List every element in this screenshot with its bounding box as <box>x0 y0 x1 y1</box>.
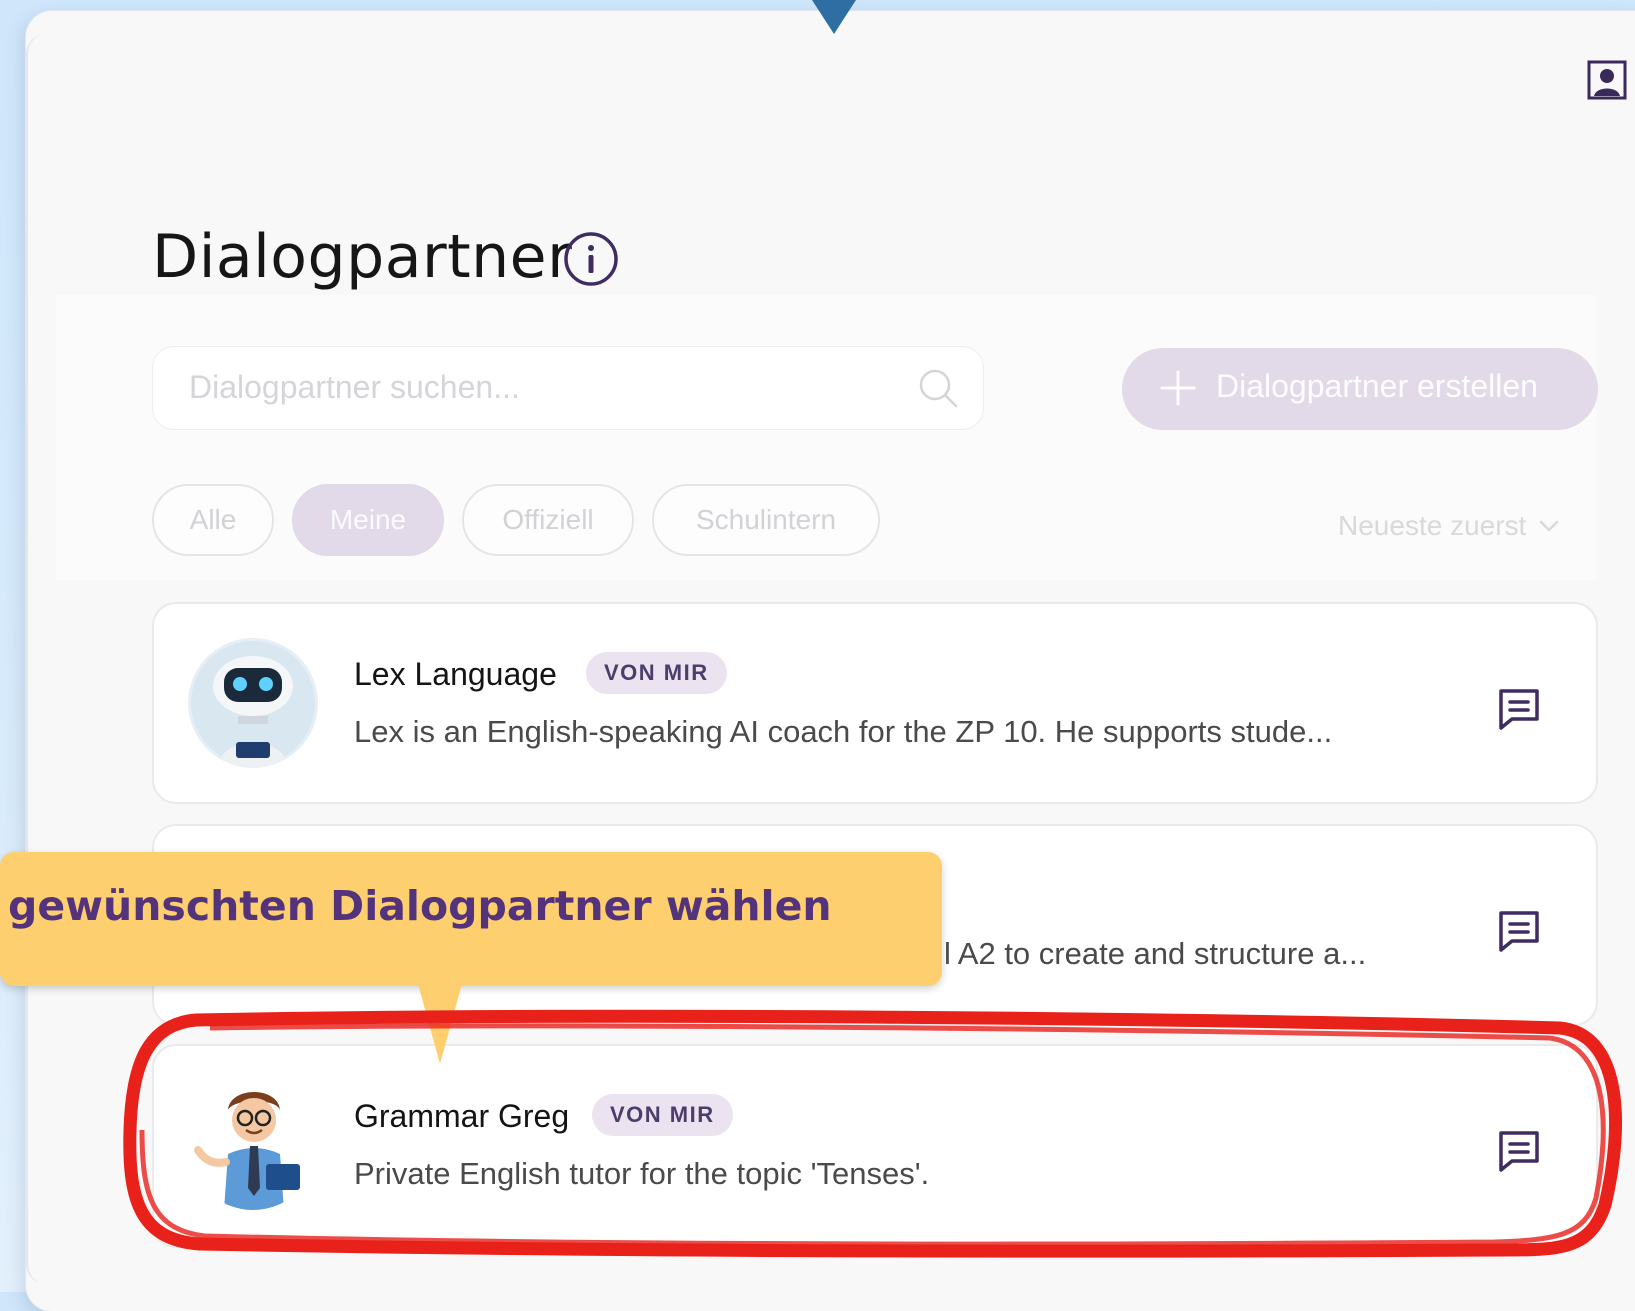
callout-pointer <box>418 984 462 1064</box>
filter-chip-label: Meine <box>329 504 407 535</box>
dialogpartner-card[interactable]: Grammar Greg VON MIR Private English tut… <box>152 1044 1598 1248</box>
search-placeholder: Dialogpartner suchen... <box>189 369 520 405</box>
create-button-label: Dialogpartner erstellen <box>1216 368 1538 404</box>
dialogpartner-description: Private English tutor for the topic 'Ten… <box>354 1156 930 1191</box>
dialogpartner-description: l A2 to create and structure a... <box>944 936 1367 971</box>
chat-icon[interactable] <box>1496 908 1542 954</box>
dialogpartner-name: Grammar Greg <box>354 1098 570 1134</box>
dialogpartner-description: Lex is an English-speaking AI coach for … <box>354 714 1333 749</box>
filter-chip-label: Schulintern <box>695 504 837 535</box>
sort-label: Neueste zuerst <box>1338 510 1527 541</box>
tutorial-pointer-arrow <box>812 0 856 34</box>
filter-chip-label: Alle <box>189 504 237 535</box>
person-square-icon[interactable] <box>1587 60 1627 100</box>
dialogpartner-name: Lex Language <box>354 656 557 692</box>
tutorial-callout: gewünschten Dialogpartner wählen <box>0 852 942 986</box>
chat-icon[interactable] <box>1496 1128 1542 1174</box>
filter-chip-offiziell[interactable]: Offiziell <box>462 484 634 556</box>
owner-badge: VON MIR <box>586 652 727 694</box>
search-icon[interactable] <box>917 367 959 409</box>
plus-icon <box>1160 370 1196 406</box>
filter-chip-alle[interactable]: Alle <box>152 484 274 556</box>
search-input[interactable]: Dialogpartner suchen... <box>152 346 984 430</box>
chat-icon[interactable] <box>1496 686 1542 732</box>
dialogpartner-card[interactable]: Lex Language VON MIR Lex is an English-s… <box>152 602 1598 804</box>
sort-dropdown[interactable]: Neueste zuerst <box>1338 510 1560 542</box>
filter-chip-meine[interactable]: Meine <box>292 484 444 556</box>
filter-chip-schulintern[interactable]: Schulintern <box>652 484 880 556</box>
info-circle-icon[interactable] <box>562 230 620 288</box>
robot-avatar <box>188 638 318 768</box>
page-title: Dialogpartner <box>152 222 573 292</box>
teacher-cartoon-avatar <box>188 1080 318 1210</box>
filter-chip-label: Offiziell <box>502 504 594 535</box>
callout-text: gewünschten Dialogpartner wählen <box>8 882 832 930</box>
owner-badge: VON MIR <box>592 1094 733 1136</box>
chevron-down-icon <box>1540 520 1559 532</box>
create-dialogpartner-button[interactable]: Dialogpartner erstellen <box>1122 348 1598 430</box>
